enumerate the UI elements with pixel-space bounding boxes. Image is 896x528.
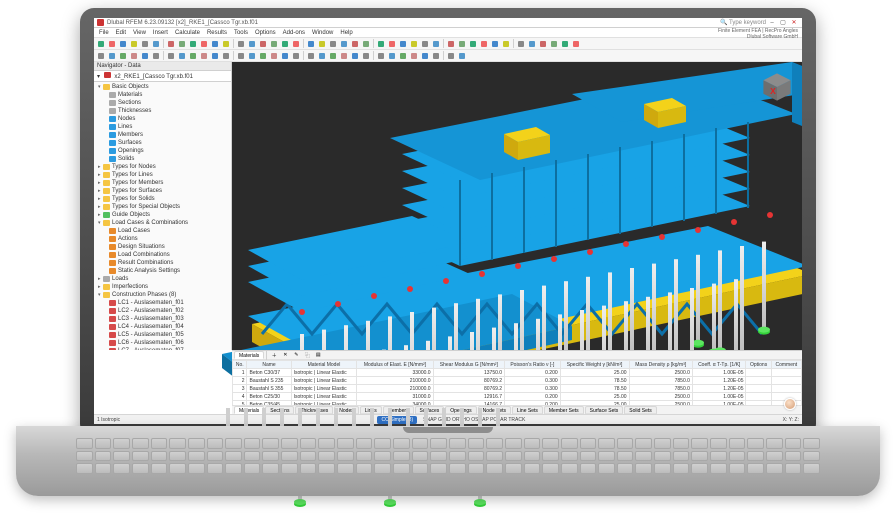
app-icon bbox=[97, 19, 104, 26]
laptop-mockup: Dlubal RFEM 6.23.09132 [x2]_RKE1_[Cassco… bbox=[80, 8, 816, 496]
col-header[interactable]: Coeff. α T-Tp. [1/K] bbox=[692, 361, 746, 369]
col-header[interactable]: Name bbox=[247, 361, 291, 369]
table-top-tabs: Materials ＋ ✕ ✎ ⿻ ▤ bbox=[232, 351, 802, 360]
content-row: Navigator - Data ▾ x2_RKE1_[Cassco Tgr.x… bbox=[94, 62, 802, 350]
btab-sections[interactable]: Sections bbox=[265, 406, 294, 414]
col-header[interactable]: Shear Modulus G [N/mm²] bbox=[433, 361, 505, 369]
status-tip: 1 Isotropic bbox=[97, 417, 120, 423]
btab-surfaces[interactable]: Surfaces bbox=[415, 406, 445, 414]
table-bottom-tabs: MaterialsSectionsThicknessesNodesLinesMe… bbox=[232, 405, 802, 414]
btab-solid-sets[interactable]: Solid Sets bbox=[624, 406, 657, 414]
table-toolbar: ＋ ✕ ✎ ⿻ ▤ bbox=[269, 350, 323, 360]
titlebar: Dlubal RFEM 6.23.09132 [x2]_RKE1_[Cassco… bbox=[94, 18, 802, 28]
user-avatar[interactable] bbox=[784, 398, 796, 410]
navigate-icon[interactable] bbox=[96, 51, 106, 61]
view-cube[interactable]: X bbox=[760, 70, 794, 104]
new-icon[interactable] bbox=[96, 39, 106, 49]
menu-view[interactable]: View bbox=[131, 30, 148, 36]
col-header[interactable]: Modulus of Elast. E [N/mm²] bbox=[357, 361, 433, 369]
tbl-new-icon[interactable]: ＋ bbox=[269, 350, 279, 360]
col-header[interactable]: No. bbox=[233, 361, 247, 369]
orbit-icon[interactable] bbox=[118, 51, 128, 61]
laptop-keyboard bbox=[76, 438, 820, 474]
statusbar: 1 Isotropic CO Simple (8) SNAP GRID ORTH… bbox=[94, 414, 802, 424]
print-icon[interactable] bbox=[129, 39, 139, 49]
svg-text:X: X bbox=[770, 86, 776, 96]
table-row[interactable]: 4Beton C25/30Isotropic | Linear Elastic3… bbox=[233, 393, 802, 401]
tbl-filter-icon[interactable]: ▤ bbox=[313, 350, 323, 360]
pan-icon[interactable] bbox=[107, 51, 117, 61]
btab-nodes[interactable]: Nodes bbox=[334, 406, 358, 414]
table-scroll[interactable]: No.NameMaterial ModelModulus of Elast. E… bbox=[232, 360, 802, 405]
search-field[interactable]: 🔍 Type keyword bbox=[720, 19, 766, 26]
btab-lines[interactable]: Lines bbox=[360, 406, 382, 414]
status-snap[interactable]: SNAP GRID ORTHO OSNAP POLAR TRACK bbox=[423, 417, 525, 423]
open-icon[interactable] bbox=[107, 39, 117, 49]
table-panel: Materials ＋ ✕ ✎ ⿻ ▤ No.NameMaterial Mode… bbox=[232, 350, 802, 414]
btab-surface-sets[interactable]: Surface Sets bbox=[585, 406, 624, 414]
tbl-edit-icon[interactable]: ✎ bbox=[291, 350, 301, 360]
status-coords: X: Y: Z: bbox=[783, 417, 799, 423]
table-row[interactable]: 2Baustahl S 235Isotropic | Linear Elasti… bbox=[233, 377, 802, 385]
menu-file[interactable]: File bbox=[97, 30, 111, 36]
col-header[interactable]: Comment bbox=[771, 361, 801, 369]
btab-member-sets[interactable]: Member Sets bbox=[544, 406, 584, 414]
col-header[interactable]: Options bbox=[746, 361, 771, 369]
btab-members[interactable]: Members bbox=[383, 406, 414, 414]
table-row[interactable]: 1Beton C30/37Isotropic | Linear Elastic3… bbox=[233, 369, 802, 377]
col-header[interactable]: Poisson's Ratio ν [-] bbox=[505, 361, 561, 369]
screen-bezel: Dlubal RFEM 6.23.09132 [x2]_RKE1_[Cassco… bbox=[80, 8, 816, 438]
col-header[interactable]: Specific Weight γ [kN/m³] bbox=[560, 361, 629, 369]
viewport-3d[interactable]: X bbox=[232, 62, 802, 350]
btab-node-sets[interactable]: Node Sets bbox=[478, 406, 511, 414]
btab-materials[interactable]: Materials bbox=[234, 406, 264, 414]
btab-line-sets[interactable]: Line Sets bbox=[512, 406, 543, 414]
status-phase[interactable]: CO Simple (8) bbox=[377, 416, 417, 424]
close-button[interactable]: ✕ bbox=[789, 19, 799, 27]
zoomwin-icon[interactable] bbox=[140, 51, 150, 61]
window-title: Dlubal RFEM 6.23.09132 [x2]_RKE1_[Cassco… bbox=[107, 20, 258, 26]
app-window: Dlubal RFEM 6.23.09132 [x2]_RKE1_[Cassco… bbox=[94, 18, 802, 424]
btab-openings[interactable]: Openings bbox=[445, 406, 476, 414]
undo-icon[interactable] bbox=[140, 39, 150, 49]
col-header[interactable]: Mass Density ρ [kg/m³] bbox=[629, 361, 692, 369]
tbl-copy-icon[interactable]: ⿻ bbox=[302, 350, 312, 360]
laptop-hinge bbox=[403, 427, 493, 433]
maximize-button[interactable]: ▢ bbox=[778, 19, 788, 27]
status-center: CO Simple (8) SNAP GRID ORTHO OSNAP POLA… bbox=[377, 416, 525, 424]
table-row[interactable]: 3Baustahl S 355Isotropic | Linear Elasti… bbox=[233, 385, 802, 393]
menu-edit[interactable]: Edit bbox=[114, 30, 128, 36]
tbl-del-icon[interactable]: ✕ bbox=[280, 350, 290, 360]
col-header[interactable]: Material Model bbox=[291, 361, 357, 369]
materials-table: No.NameMaterial ModelModulus of Elast. E… bbox=[232, 360, 802, 405]
save-icon[interactable] bbox=[118, 39, 128, 49]
btab-thicknesses[interactable]: Thicknesses bbox=[295, 406, 333, 414]
laptop-base bbox=[16, 426, 880, 496]
zoom-icon[interactable] bbox=[129, 51, 139, 61]
tab-materials[interactable]: Materials bbox=[234, 351, 264, 359]
minimize-button[interactable]: – bbox=[767, 19, 777, 27]
